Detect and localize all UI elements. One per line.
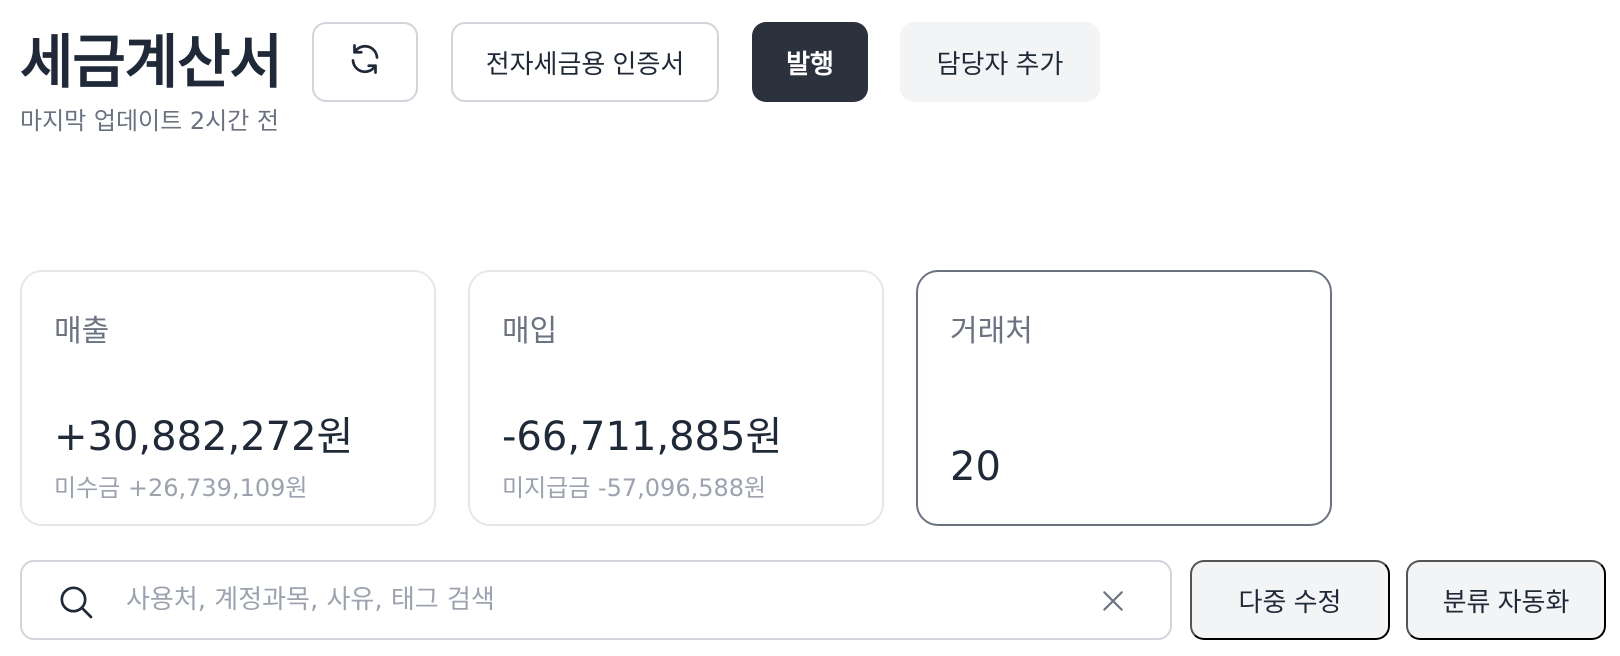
partners-count: 20: [950, 444, 1001, 490]
purchase-value: -66,711,885원: [502, 414, 783, 460]
search-icon: [56, 582, 96, 622]
issue-button[interactable]: 발행: [752, 22, 868, 102]
purchase-label: 매입: [502, 314, 558, 349]
partners-label: 거래처: [950, 314, 1033, 349]
close-icon[interactable]: [1100, 588, 1126, 614]
sales-card[interactable]: 매출 +30,882,272원 미수금 +26,739,109원: [20, 270, 436, 526]
purchase-card[interactable]: 매입 -66,711,885원 미지급금 -57,096,588원: [468, 270, 884, 526]
purchase-payable: 미지급금 -57,096,588원: [502, 474, 767, 502]
sales-value: +30,882,272원: [54, 414, 354, 460]
refresh-button[interactable]: [312, 22, 418, 102]
search-bar[interactable]: [20, 560, 1172, 640]
last-updated-text: 마지막 업데이트 2시간 전: [20, 107, 279, 135]
auto-classify-button[interactable]: 분류 자동화: [1406, 560, 1606, 640]
page-title: 세금계산서: [20, 28, 283, 96]
search-input[interactable]: [126, 576, 1086, 624]
sales-receivable: 미수금 +26,739,109원: [54, 474, 308, 502]
certificate-button[interactable]: 전자세금용 인증서: [451, 22, 719, 102]
sales-label: 매출: [54, 314, 110, 349]
refresh-icon: [347, 41, 383, 84]
add-manager-button[interactable]: 담당자 추가: [900, 22, 1100, 102]
multi-edit-button[interactable]: 다중 수정: [1190, 560, 1390, 640]
partners-card[interactable]: 거래처 20: [916, 270, 1332, 526]
